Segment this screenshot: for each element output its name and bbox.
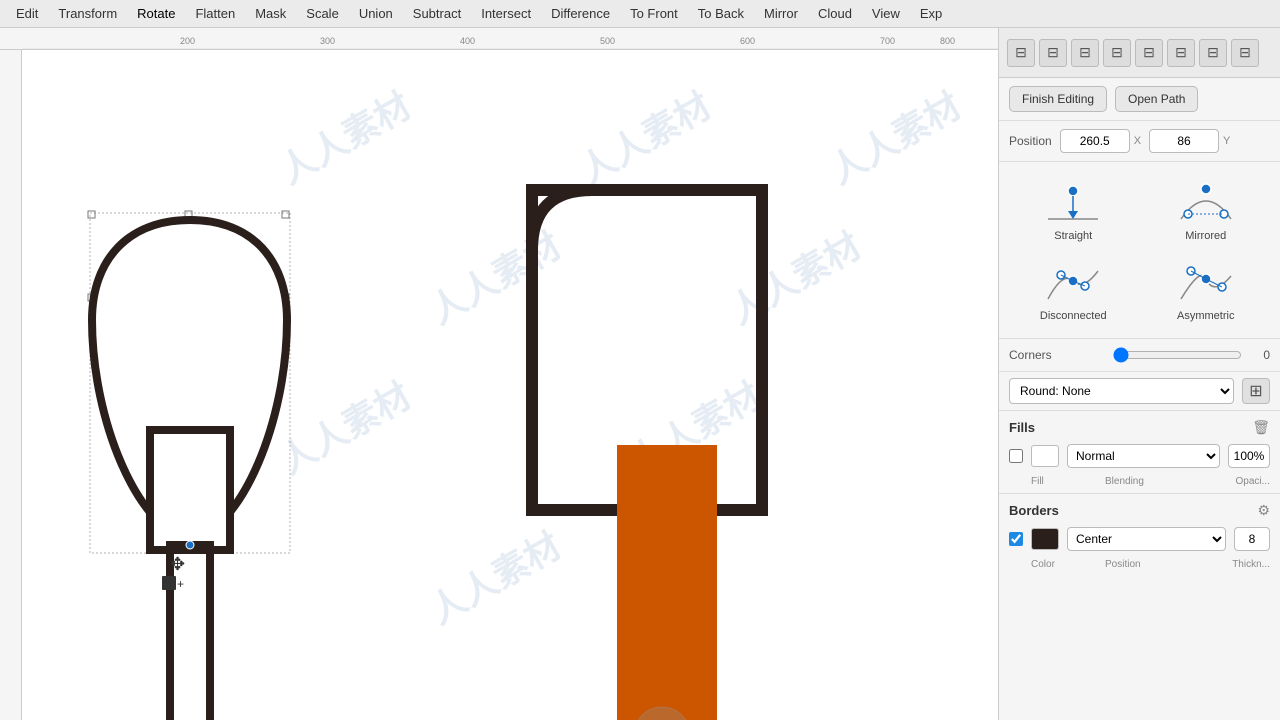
canvas-area[interactable]: // We'll draw ticks via inline SVG eleme… (0, 28, 998, 720)
corners-slider[interactable] (1113, 347, 1242, 363)
fills-title: Fills (1009, 420, 1246, 435)
borders-section: Borders ⚙ Center Inside Outside Color Po… (999, 494, 1280, 576)
menu-to-front[interactable]: To Front (622, 4, 686, 23)
fill-blending-select[interactable]: Normal Multiply Screen (1067, 444, 1220, 468)
position-y-input[interactable] (1149, 129, 1219, 153)
node-types: Straight Mirrored (999, 162, 1280, 339)
menu-mirror[interactable]: Mirror (756, 4, 806, 23)
open-path-button[interactable]: Open Path (1115, 86, 1198, 112)
ruler-label-200: 200 (180, 36, 195, 46)
align-btn-2[interactable]: ⊟ (1039, 39, 1067, 67)
menu-exp[interactable]: Exp (912, 4, 950, 23)
node-type-disconnected[interactable]: Disconnected (1009, 252, 1138, 328)
align-btn-1[interactable]: ⊟ (1007, 39, 1035, 67)
mirrored-icon (1176, 178, 1236, 228)
position-x-input[interactable] (1060, 129, 1130, 153)
border-color-label: Color (1031, 559, 1061, 570)
border-thickness-label: Thickn... (1232, 559, 1270, 570)
ruler-label-700: 700 (880, 36, 895, 46)
right-panel: ⊟ ⊟ ⊟ ⊟ ⊟ ⊟ ⊟ ⊟ Finish Editing Open Path… (998, 28, 1280, 720)
fills-section: Fills 🗑 Normal Multiply Screen Fill Blen… (999, 411, 1280, 494)
asymmetric-icon (1176, 258, 1236, 308)
finish-editing-button[interactable]: Finish Editing (1009, 86, 1107, 112)
straight-icon (1043, 178, 1103, 228)
fill-color-label: Fill (1031, 476, 1061, 487)
asymmetric-label: Asymmetric (1177, 310, 1234, 322)
position-row: Position X Y (999, 121, 1280, 162)
borders-gear-icon[interactable]: ⚙ (1257, 502, 1270, 519)
borders-row: Center Inside Outside (999, 523, 1280, 559)
edit-path-row: Finish Editing Open Path (999, 78, 1280, 121)
menu-cloud[interactable]: Cloud (810, 4, 860, 23)
canvas-svg: ✥ + 人人素材 人人素材 (22, 50, 998, 720)
fill-opacity-input[interactable] (1228, 444, 1270, 468)
align-btn-3[interactable]: ⊟ (1071, 39, 1099, 67)
corners-row: Corners 0 (999, 339, 1280, 372)
borders-title: Borders (1009, 503, 1251, 518)
align-btn-8[interactable]: ⊟ (1231, 39, 1259, 67)
fill-enabled-checkbox[interactable] (1009, 449, 1023, 463)
ruler-left (0, 50, 22, 720)
round-action-button[interactable]: ⊞ (1242, 378, 1270, 404)
straight-label: Straight (1054, 230, 1092, 242)
ruler-label-500: 500 (600, 36, 615, 46)
align-btn-4[interactable]: ⊟ (1103, 39, 1131, 67)
menu-union[interactable]: Union (351, 4, 401, 23)
node-type-mirrored[interactable]: Mirrored (1142, 172, 1271, 248)
ruler-label-300: 300 (320, 36, 335, 46)
fill-opacity-label: Opaci... (1236, 476, 1270, 487)
border-enabled-checkbox[interactable] (1009, 532, 1023, 546)
x-axis-label: X (1134, 135, 1141, 147)
menu-view[interactable]: View (864, 4, 908, 23)
mirrored-label: Mirrored (1185, 230, 1226, 242)
svg-text:+: + (177, 577, 184, 591)
fills-trash-icon[interactable]: 🗑 (1252, 419, 1270, 436)
border-thickness-input[interactable] (1234, 527, 1270, 551)
fill-blending-label: Blending (1105, 476, 1228, 487)
menu-to-back[interactable]: To Back (690, 4, 752, 23)
menu-mask[interactable]: Mask (247, 4, 294, 23)
border-position-label: Position (1105, 559, 1224, 570)
round-select[interactable]: Round: None Round: All Round: Some (1009, 378, 1234, 404)
round-row: Round: None Round: All Round: Some ⊞ (999, 372, 1280, 411)
menu-scale[interactable]: Scale (298, 4, 347, 23)
menu-difference[interactable]: Difference (543, 4, 618, 23)
align-btn-7[interactable]: ⊟ (1199, 39, 1227, 67)
menu-intersect[interactable]: Intersect (473, 4, 539, 23)
menu-subtract[interactable]: Subtract (405, 4, 469, 23)
corners-value: 0 (1250, 348, 1270, 362)
canvas[interactable]: 人人素材 人人素材 人人素材 人人素材 人人素材 人人素材 人人素材 人人素材 … (22, 50, 998, 720)
align-btn-5[interactable]: ⊟ (1135, 39, 1163, 67)
border-color-swatch[interactable] (1031, 528, 1059, 550)
svg-text:✥: ✥ (170, 554, 185, 574)
ruler-label-600: 600 (740, 36, 755, 46)
fills-row: Normal Multiply Screen (999, 440, 1280, 476)
ruler-top: // We'll draw ticks via inline SVG eleme… (0, 28, 998, 50)
menu-edit[interactable]: Edit (8, 4, 46, 23)
y-axis-label: Y (1223, 135, 1230, 147)
menu-transform[interactable]: Transform (50, 4, 125, 23)
fill-color-swatch[interactable] (1031, 445, 1059, 467)
ruler-label-400: 400 (460, 36, 475, 46)
align-btn-6[interactable]: ⊟ (1167, 39, 1195, 67)
corners-label: Corners (1009, 348, 1105, 362)
menu-bar: Edit Transform Rotate Flatten Mask Scale… (0, 0, 1280, 28)
menu-flatten[interactable]: Flatten (187, 4, 243, 23)
disconnected-icon (1043, 258, 1103, 308)
node-type-asymmetric[interactable]: Asymmetric (1142, 252, 1271, 328)
border-position-select[interactable]: Center Inside Outside (1067, 527, 1226, 551)
node-type-straight[interactable]: Straight (1009, 172, 1138, 248)
ruler-label-800: 800 (940, 36, 955, 46)
position-label: Position (1009, 134, 1052, 148)
disconnected-label: Disconnected (1040, 310, 1107, 322)
panel-toolbar: ⊟ ⊟ ⊟ ⊟ ⊟ ⊟ ⊟ ⊟ (999, 28, 1280, 78)
menu-rotate[interactable]: Rotate (129, 4, 183, 23)
